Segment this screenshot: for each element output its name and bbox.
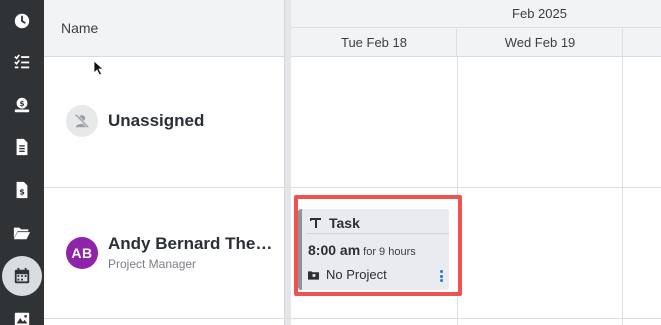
month-label: Feb 2025 [512,6,567,21]
nav-gallery[interactable] [0,298,44,325]
column-resize-handle[interactable] [284,0,291,325]
calendar-header: Feb 2025 Tue Feb 18 Wed Feb 19 [291,0,661,57]
main-sidebar: $ $ [0,0,44,325]
task-start-time: 8:00 am [308,242,361,258]
task-time: 8:00 am for 9 hours [308,242,416,258]
task-project: No Project [308,267,387,282]
calendar-icon [14,267,30,284]
employee-name: Unassigned [108,111,205,130]
task-title: Task [329,215,360,231]
more-vertical-icon [439,270,443,273]
day-divider [622,27,623,57]
day-divider [456,27,457,57]
image-icon [14,312,30,325]
task-card-header: Task [310,215,360,231]
day-header-tue-feb-18[interactable]: Tue Feb 18 [291,35,457,50]
employee-name: Andy Bernard The… [108,234,273,253]
nav-time-tracking[interactable] [0,0,44,42]
nav-tasks[interactable] [0,41,44,83]
nav-documents[interactable] [0,126,44,168]
task-card-divider [306,233,449,234]
header-divider [291,27,661,28]
unassigned-user-icon [74,113,90,129]
day-header-wed-feb-19[interactable]: Wed Feb 19 [457,35,623,50]
name-column-header-label: Name [61,20,99,36]
employee-role: Project Manager [108,257,197,271]
task-more-menu-button[interactable] [438,270,444,284]
clock-icon [14,13,30,29]
task-card[interactable]: Task 8:00 am for 9 hours No Project [298,209,449,290]
avatar: AB [66,237,98,269]
text-type-icon [310,218,321,228]
svg-text:$: $ [19,187,25,197]
checklist-icon [14,54,30,69]
project-folder-icon [308,270,319,280]
invoice-dollar-icon: $ [16,181,28,199]
avatar [66,105,98,137]
nav-schedule[interactable] [0,255,44,297]
mouse-cursor-icon [93,60,105,76]
money-stack-icon: $ [14,97,30,113]
nav-payroll[interactable]: $ [0,84,44,126]
schedule-row-unassigned[interactable]: Unassigned [44,57,284,187]
svg-text:$: $ [19,99,24,108]
row-divider [44,318,661,319]
document-icon [16,138,28,156]
folder-open-icon [13,227,31,240]
day-column-divider [622,57,623,325]
name-column-header[interactable]: Name [44,0,284,57]
task-project-name: No Project [326,267,387,282]
schedule-row-andy-bernard[interactable]: AB Andy Bernard The… Project Manager [44,188,284,318]
active-nav-highlight [2,256,42,296]
task-duration: for 9 hours [363,246,416,258]
nav-invoices[interactable]: $ [0,169,44,211]
nav-projects[interactable] [0,212,44,254]
